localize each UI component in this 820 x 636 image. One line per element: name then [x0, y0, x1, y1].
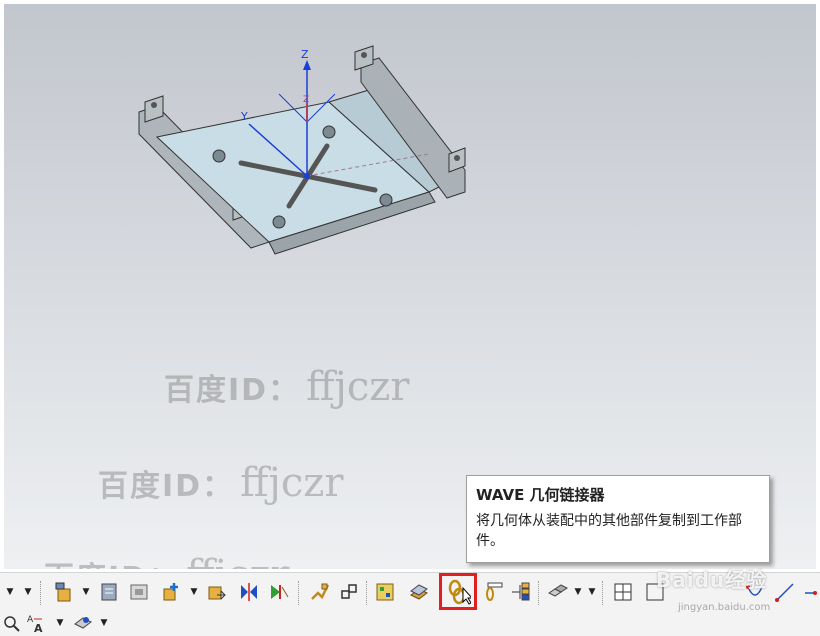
y-axis-label: Y [240, 110, 248, 123]
component-icon[interactable] [126, 579, 152, 605]
tooltip-title: WAVE 几何链接器 [476, 486, 605, 504]
chevron-down-icon[interactable]: ▼ [100, 610, 108, 636]
chevron-down-icon[interactable]: ▼ [574, 579, 582, 605]
toolbar-separator [366, 581, 368, 605]
toolbar-separator [602, 581, 604, 605]
reference-set-icon[interactable] [372, 579, 398, 605]
part-family-icon[interactable] [508, 579, 534, 605]
line-icon[interactable] [772, 579, 798, 605]
add-component-icon[interactable] [52, 579, 78, 605]
text-style-icon[interactable]: AA [26, 612, 48, 634]
z-axis-sub-label: Z [303, 95, 309, 105]
assembly-constraints-icon[interactable] [266, 579, 292, 605]
baidu-jingyan-url: jingyan.baidu.com [678, 602, 771, 613]
chevron-down-icon[interactable]: ▼ [190, 579, 198, 605]
highlight-box [439, 573, 477, 610]
chevron-down-icon[interactable]: ▼ [56, 610, 64, 636]
watermark-prefix: 百度ID： [164, 373, 301, 408]
sheet-metal-part-model[interactable]: Z Y Z [129, 42, 489, 272]
explode-view-icon[interactable] [306, 579, 332, 605]
z-axis-label: Z [301, 48, 309, 61]
more-tools-icon[interactable] [802, 579, 818, 605]
interpart-link-icon[interactable] [480, 579, 506, 605]
baidu-jingyan-logo: Baidu经验 [656, 568, 768, 592]
chevron-down-icon[interactable]: ▼ [82, 579, 90, 605]
tooltip-description: 将几何体从装配中的其他部件复制到工作部件。 [476, 513, 742, 549]
pattern-component-icon[interactable] [544, 579, 570, 605]
watermark: 百度ID： ffjczr [44, 552, 290, 569]
view-style-icon[interactable] [72, 612, 94, 634]
chevron-down-icon[interactable]: ▼ [588, 579, 596, 605]
watermark-user: ffjczr [306, 364, 410, 410]
move-component-icon[interactable] [204, 579, 230, 605]
watermark-prefix: 百度ID： [98, 469, 235, 504]
svg-text:A: A [34, 622, 43, 634]
secondary-toolbar: AA ▼ ▼ [0, 610, 820, 636]
layout-icon[interactable] [610, 579, 636, 605]
watermark-user: ffjczr [186, 552, 289, 569]
tooltip: WAVE 几何链接器 将几何体从装配中的其他部件复制到工作部件。 [466, 475, 770, 563]
watermark: 百度ID：ffjczr [98, 460, 344, 506]
watermark-user: ffjczr [240, 460, 344, 506]
watermark-prefix: 百度ID： [44, 561, 180, 569]
new-component-icon[interactable] [158, 579, 184, 605]
assembly-navigator-icon[interactable] [96, 579, 122, 605]
toolbar-separator [40, 581, 42, 605]
mirror-assembly-icon[interactable] [236, 579, 262, 605]
watermark: 百度ID：ffjczr [164, 364, 410, 410]
chevron-down-icon[interactable]: ▼ [6, 579, 14, 605]
sequence-icon[interactable] [336, 579, 362, 605]
zoom-icon[interactable] [0, 612, 22, 634]
toolbar-separator [298, 581, 300, 605]
svg-text:A: A [27, 615, 34, 625]
chevron-down-icon[interactable]: ▼ [24, 579, 32, 605]
clone-icon[interactable] [406, 579, 432, 605]
toolbar-separator [538, 581, 540, 605]
